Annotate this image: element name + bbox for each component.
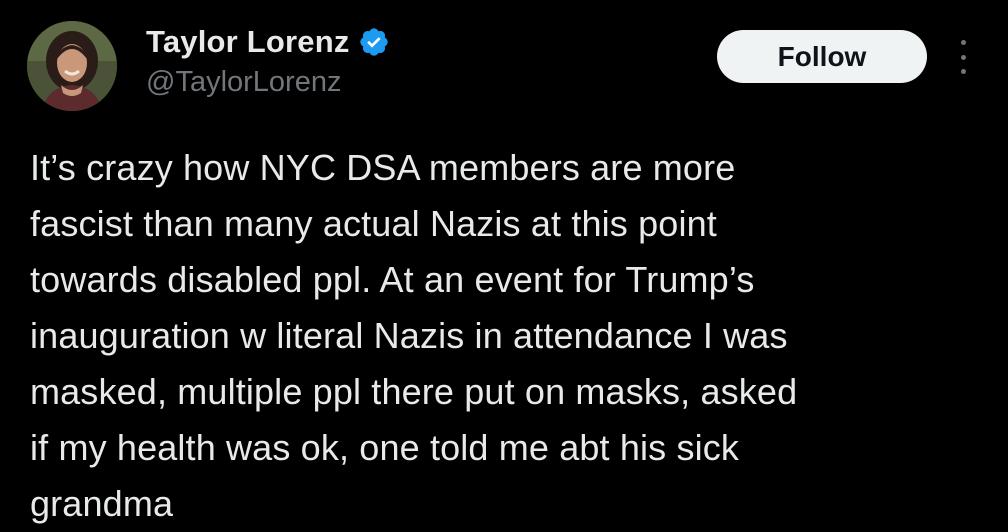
tweet-text-line: It’s crazy how NYC DSA members are more [30, 147, 736, 188]
avatar[interactable] [27, 21, 117, 111]
more-options-dot [960, 69, 966, 74]
tweet-text-line: inauguration w literal Nazis in attendan… [30, 315, 788, 356]
tweet-text-line: towards disabled ppl. At an event for Tr… [30, 259, 755, 300]
author-handle[interactable]: @TaylorLorenz [146, 66, 341, 99]
tweet-text: It’s crazy how NYC DSA members are more … [30, 140, 990, 532]
more-options-dot [960, 54, 966, 60]
tweet-text-line: masked, multiple ppl there put on masks,… [30, 371, 798, 412]
more-options-icon[interactable] [950, 40, 976, 74]
tweet-text-line: fascist than many actual Nazis at this p… [30, 203, 717, 244]
avatar-photo [27, 21, 117, 111]
verified-badge-icon [358, 26, 390, 58]
more-options-dot [960, 40, 966, 45]
author-display-name[interactable]: Taylor Lorenz [146, 24, 350, 60]
follow-button[interactable]: Follow [717, 30, 927, 83]
author-name-row: Taylor Lorenz [146, 22, 390, 62]
tweet-text-line: if my health was ok, one told me abt his… [30, 427, 740, 468]
tweet-text-line: grandma [30, 483, 174, 524]
